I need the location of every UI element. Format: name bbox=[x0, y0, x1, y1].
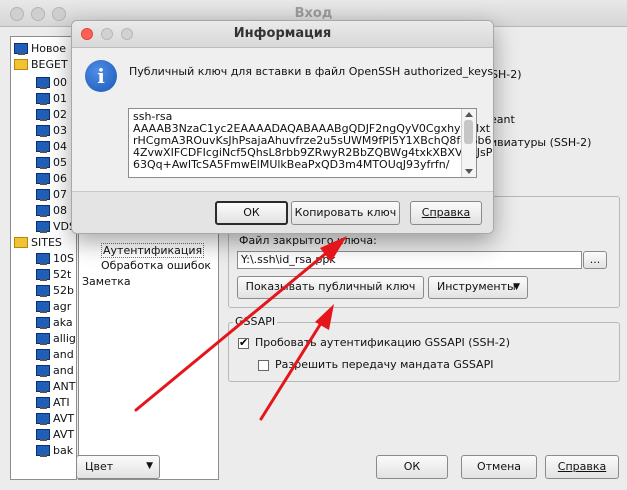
annotation-arrows bbox=[134, 236, 347, 421]
arrow-to-copy-key bbox=[134, 236, 347, 412]
arrow-to-show-public-key bbox=[259, 304, 334, 421]
